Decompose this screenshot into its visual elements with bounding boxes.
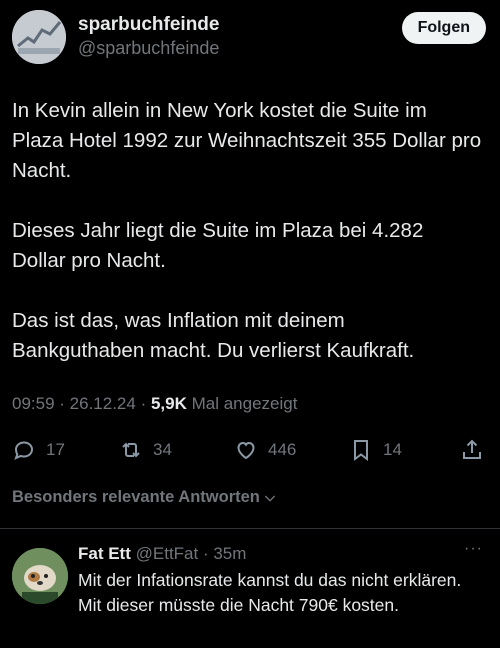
reply-header: Fat Ett @EttFat · 35m xyxy=(78,544,246,564)
action-bar: 17 34 446 14 xyxy=(12,432,488,468)
share-button[interactable] xyxy=(460,432,484,468)
author-avatar[interactable] xyxy=(12,10,66,64)
author-handle[interactable]: @sparbuchfeinde xyxy=(78,38,219,59)
views-suffix: Mal angezeigt xyxy=(186,394,298,413)
tweet-date[interactable]: 26.12.24 xyxy=(70,394,136,413)
tweet-paragraph: Das ist das, was Inflation mit deinem Ba… xyxy=(12,309,415,362)
reply-author-name[interactable]: Fat Ett xyxy=(78,544,131,563)
reply-count: 17 xyxy=(46,440,65,459)
bookmark-button[interactable]: 14 xyxy=(349,432,402,468)
divider xyxy=(0,528,500,529)
reply-time[interactable]: · 35m xyxy=(198,544,246,563)
repost-count: 34 xyxy=(153,440,172,459)
meta-separator: · xyxy=(54,394,70,413)
speech-bubble-icon xyxy=(14,441,34,460)
more-options-icon[interactable]: ··· xyxy=(464,540,484,557)
tweet-text: In Kevin allein in New York kostet die S… xyxy=(12,96,482,366)
tweet-time[interactable]: 09:59 xyxy=(12,394,55,413)
reply-avatar[interactable] xyxy=(12,548,68,604)
author-name[interactable]: sparbuchfeinde xyxy=(78,14,219,36)
heart-icon xyxy=(237,441,255,460)
repost-icon xyxy=(122,442,140,458)
share-icon xyxy=(463,439,481,459)
bookmark-icon xyxy=(354,440,368,461)
view-count[interactable]: 5,9K xyxy=(151,394,187,413)
like-count: 446 xyxy=(268,440,297,459)
tweet-meta: 09:59 · 26.12.24 · 5,9K Mal angezeigt xyxy=(12,394,297,414)
replies-sort-label: Besonders relevante Antworten xyxy=(12,488,260,506)
reply-author-handle[interactable]: @EttFat xyxy=(136,544,199,563)
like-button[interactable]: 446 xyxy=(234,432,296,468)
repost-button[interactable]: 34 xyxy=(119,432,172,468)
tweet-paragraph: Dieses Jahr liegt die Suite im Plaza bei… xyxy=(12,219,424,272)
bookmark-count: 14 xyxy=(383,440,402,459)
tweet-header: sparbuchfeinde @sparbuchfeinde Folgen xyxy=(12,10,488,68)
follow-button[interactable]: Folgen xyxy=(401,12,486,44)
tweet-paragraph: In Kevin allein in New York kostet die S… xyxy=(12,99,482,182)
replies-sort-dropdown[interactable]: Besonders relevante Antworten xyxy=(12,488,278,507)
meta-separator: · xyxy=(135,394,151,413)
chevron-down-icon xyxy=(264,495,276,502)
reply-tweet[interactable]: Fat Ett @EttFat · 35m ··· Mit der Infati… xyxy=(12,540,488,648)
reply-button[interactable]: 17 xyxy=(12,432,65,468)
reply-text: Mit der Infationsrate kannst du das nich… xyxy=(78,570,462,615)
